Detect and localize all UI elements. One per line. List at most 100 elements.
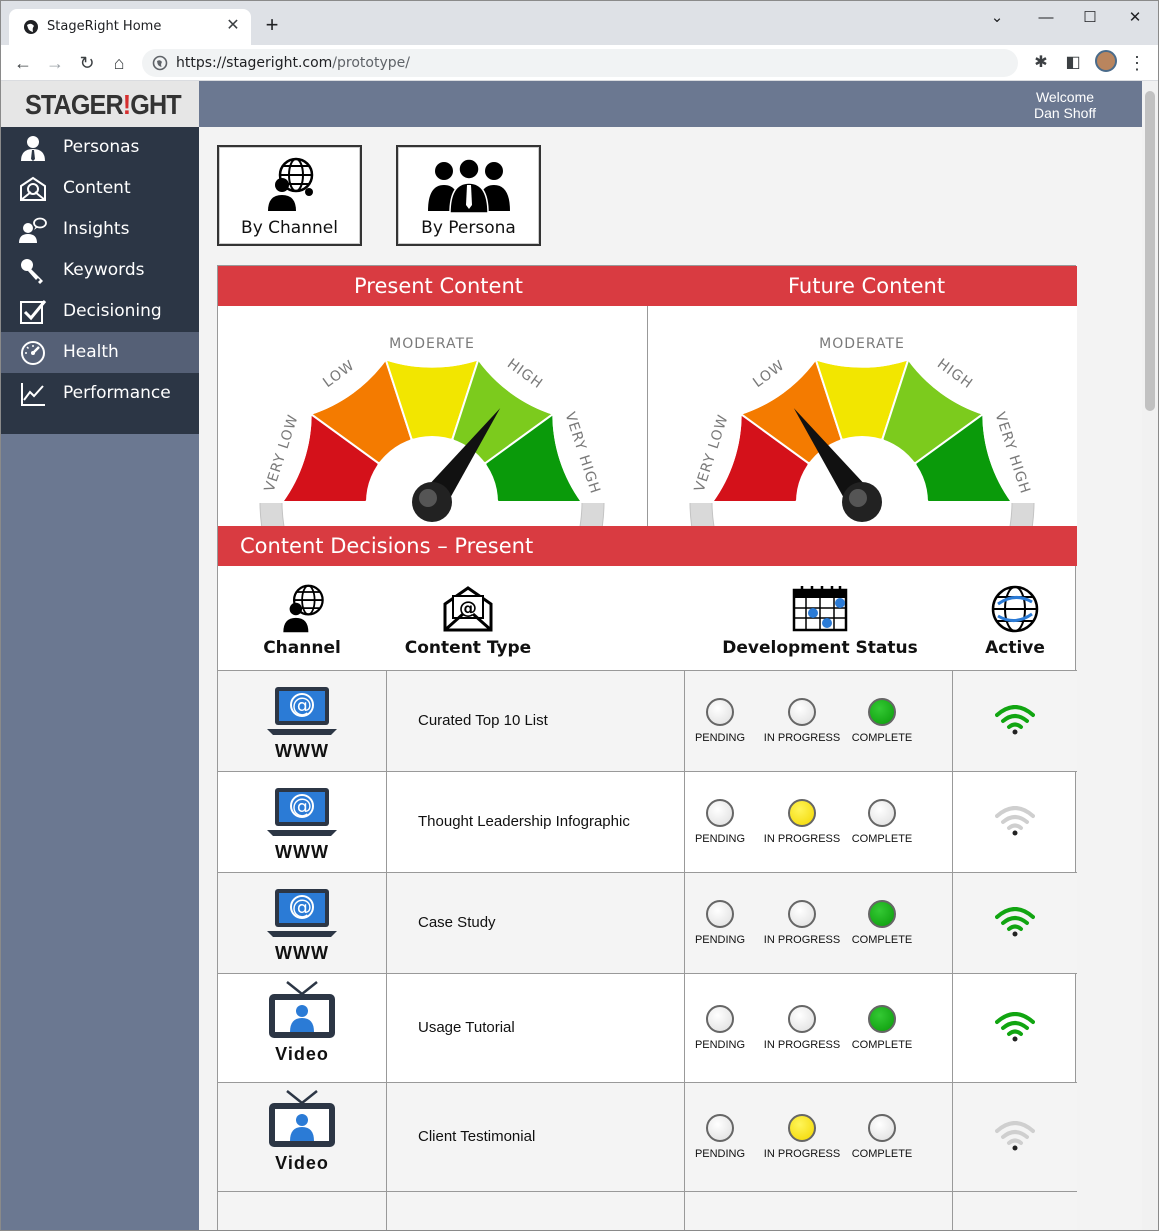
sidebar-item-performance[interactable]: Performance	[1, 373, 199, 414]
sidebar-item-health[interactable]: Health	[1, 332, 199, 373]
by-channel-button[interactable]: By Channel	[217, 145, 362, 246]
wifi-inactive-icon[interactable]	[995, 806, 1035, 836]
sidebar-item-insights[interactable]: Insights	[1, 209, 199, 250]
status-radio[interactable]	[868, 698, 896, 726]
decisions-header-bar: Content Decisions – Present	[218, 526, 1077, 566]
back-icon[interactable]: ←	[9, 49, 37, 77]
key-icon	[21, 259, 43, 284]
status-label: PENDING	[694, 934, 746, 946]
table-row[interactable]: Video Usage Tutorial PENDING IN PROGRESS …	[218, 973, 1077, 1083]
channel-column-header: Channel	[218, 566, 386, 670]
status-pending-option[interactable]: PENDING	[680, 1114, 760, 1160]
status-complete-option[interactable]: COMPLETE	[842, 1114, 922, 1160]
table-row[interactable]: @ WWW Curated Top 10 List PENDING IN PROG…	[218, 670, 1077, 772]
status-pending-option[interactable]: PENDING	[680, 1005, 760, 1051]
present-gauge-label-2: MODERATE	[389, 336, 475, 352]
user-name[interactable]: Dan Shoff	[1034, 105, 1096, 121]
status-in-progress-option[interactable]: IN PROGRESS	[762, 1114, 842, 1160]
status-pending-option[interactable]: PENDING	[680, 799, 760, 845]
new-tab-icon[interactable]: +	[261, 14, 283, 36]
table-row[interactable]: Video Client Testimonial PENDING IN PROGR…	[218, 1082, 1077, 1192]
gauge-icon	[21, 341, 45, 365]
status-radio[interactable]	[868, 900, 896, 928]
status-pending-option[interactable]: PENDING	[680, 900, 760, 946]
status-complete-option[interactable]: COMPLETE	[842, 900, 922, 946]
status-complete-option[interactable]: COMPLETE	[842, 1005, 922, 1051]
status-radio[interactable]	[788, 799, 816, 827]
status-label: IN PROGRESS	[763, 732, 841, 744]
wifi-active-icon[interactable]	[995, 907, 1035, 937]
tab-search-icon[interactable]: ⌄	[986, 7, 1008, 29]
sidebar-item-label: Health	[63, 342, 119, 362]
app-root: STAGER!GHT Personas Content Insights Key…	[1, 81, 1142, 1230]
status-label: PENDING	[694, 1148, 746, 1160]
logo-part-c: GHT	[130, 89, 181, 120]
scrollbar-thumb[interactable]	[1145, 91, 1155, 411]
status-radio[interactable]	[868, 1005, 896, 1033]
future-gauge-label-3: HIGH	[934, 356, 976, 392]
status-radio[interactable]	[788, 698, 816, 726]
status-complete-option[interactable]: COMPLETE	[842, 698, 922, 744]
status-in-progress-option[interactable]: IN PROGRESS	[762, 799, 842, 845]
channel-globe-person-icon	[283, 584, 324, 633]
app-header: Welcome Dan Shoff	[199, 81, 1142, 127]
status-radio[interactable]	[706, 1005, 734, 1033]
status-radio[interactable]	[868, 799, 896, 827]
table-row[interactable]: @ WWW Case Study PENDING IN PROGRESS COMP…	[218, 872, 1077, 974]
address-bar[interactable]: https://stageright.com/prototype/	[142, 49, 1018, 77]
by-channel-label: By Channel	[241, 218, 338, 238]
close-tab-icon[interactable]: ✕	[223, 16, 243, 36]
table-row[interactable]	[218, 1191, 1077, 1230]
home-icon[interactable]: ⌂	[105, 49, 133, 77]
status-radio[interactable]	[706, 1114, 734, 1142]
wifi-active-icon[interactable]	[995, 705, 1035, 735]
table-row[interactable]: @ WWW Thought Leadership Infographic PEND…	[218, 771, 1077, 873]
status-radio[interactable]	[706, 698, 734, 726]
gauge-header-bar: Present Content Future Content	[218, 266, 1077, 306]
status-in-progress-option[interactable]: IN PROGRESS	[762, 698, 842, 744]
sidebar-item-label: Personas	[63, 137, 140, 157]
sidebar-item-content[interactable]: Content	[1, 168, 199, 209]
reload-icon[interactable]: ↻	[73, 49, 101, 77]
status-radio[interactable]	[706, 900, 734, 928]
channel-label: Video	[275, 1044, 329, 1064]
side-panel-icon[interactable]: ◧	[1059, 49, 1087, 77]
globe-refresh-icon	[991, 585, 1039, 633]
browser-window: StageRight Home ✕ + ⌄ — ☐ ✕ ← → ↻ ⌂ http…	[0, 0, 1159, 1231]
sidebar-item-personas[interactable]: Personas	[1, 127, 199, 168]
active-column-header: Active	[953, 566, 1077, 670]
by-persona-button[interactable]: By Persona	[396, 145, 541, 246]
status-radio[interactable]	[868, 1114, 896, 1142]
welcome-text: Welcome Dan Shoff	[1034, 89, 1096, 121]
close-window-icon[interactable]: ✕	[1124, 7, 1146, 29]
welcome-label: Welcome	[1035, 89, 1095, 105]
status-radio[interactable]	[788, 900, 816, 928]
status-label: PENDING	[694, 732, 746, 744]
status-complete-option[interactable]: COMPLETE	[842, 799, 922, 845]
status-in-progress-option[interactable]: IN PROGRESS	[762, 900, 842, 946]
wifi-inactive-icon[interactable]	[995, 1121, 1035, 1151]
wifi-active-icon[interactable]	[995, 1012, 1035, 1042]
sidebar-item-keywords[interactable]: Keywords	[1, 250, 199, 291]
menu-icon[interactable]: ⋮	[1123, 49, 1151, 77]
status-radio[interactable]	[788, 1114, 816, 1142]
forward-icon[interactable]: →	[41, 49, 69, 77]
status-pending-option[interactable]: PENDING	[680, 698, 760, 744]
sidebar: STAGER!GHT Personas Content Insights Key…	[1, 81, 199, 1230]
svg-text:@: @	[292, 693, 312, 717]
channel-icon	[265, 980, 339, 1047]
active-header-label: Active	[985, 638, 1045, 658]
page-scrollbar[interactable]	[1142, 81, 1158, 1230]
profile-avatar[interactable]	[1095, 50, 1117, 72]
status-in-progress-option[interactable]: IN PROGRESS	[762, 1005, 842, 1051]
channel-globe-person-icon	[267, 157, 313, 211]
minimize-icon[interactable]: —	[1035, 7, 1057, 29]
sidebar-item-decisioning[interactable]: Decisioning	[1, 291, 199, 332]
status-radio[interactable]	[706, 799, 734, 827]
maximize-icon[interactable]: ☐	[1079, 7, 1101, 29]
status-radio[interactable]	[788, 1005, 816, 1033]
extensions-icon[interactable]: ✱	[1027, 49, 1055, 77]
browser-tab[interactable]: StageRight Home ✕	[9, 9, 251, 45]
sidebar-nav: Personas Content Insights Keywords Decis…	[1, 127, 199, 434]
stageright-logo[interactable]: STAGER!GHT	[1, 81, 199, 127]
